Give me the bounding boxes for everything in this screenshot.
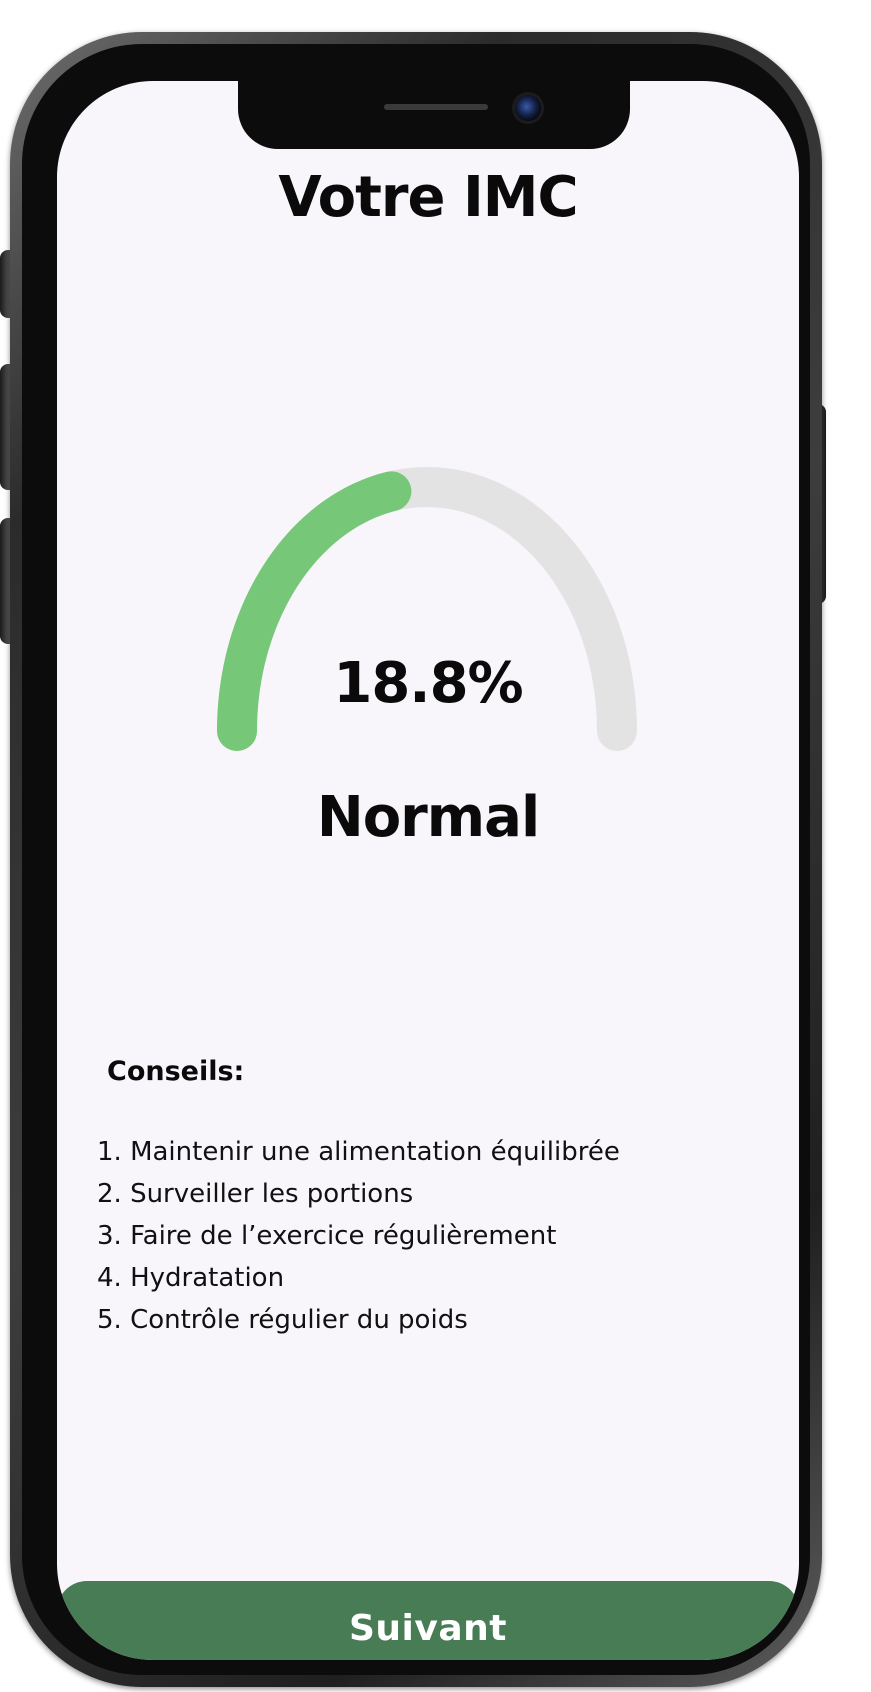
notch: [238, 81, 630, 149]
page-title: Votre IMC: [278, 165, 578, 230]
bmi-value: 18.8%: [333, 651, 523, 716]
phone-bezel: Votre IMC 18.8% Normal Conseils: 1. Main…: [22, 44, 810, 1675]
advice-item: 4. Hydratation: [97, 1263, 285, 1293]
phone-frame: Votre IMC 18.8% Normal Conseils: 1. Main…: [10, 32, 822, 1687]
bmi-status: Normal: [316, 785, 540, 850]
speaker-grille-icon: [384, 104, 488, 110]
device-mockup: Votre IMC 18.8% Normal Conseils: 1. Main…: [0, 0, 871, 1692]
front-camera-icon: [515, 95, 541, 121]
advice-item: 3. Faire de l’exercice régulièrement: [97, 1221, 557, 1251]
advice-item: 5. Contrôle régulier du poids: [97, 1305, 468, 1335]
next-button[interactable]: Suivant: [57, 1581, 799, 1660]
advice-list: 1. Maintenir une alimentation équilibrée…: [97, 1131, 620, 1341]
bmi-gauge: [217, 466, 637, 751]
advice-item: 2. Surveiller les portions: [97, 1179, 414, 1209]
app-screen: Votre IMC 18.8% Normal Conseils: 1. Main…: [57, 81, 799, 1660]
advice-item: 1. Maintenir une alimentation équilibrée: [97, 1137, 620, 1167]
advice-heading: Conseils:: [107, 1056, 245, 1087]
